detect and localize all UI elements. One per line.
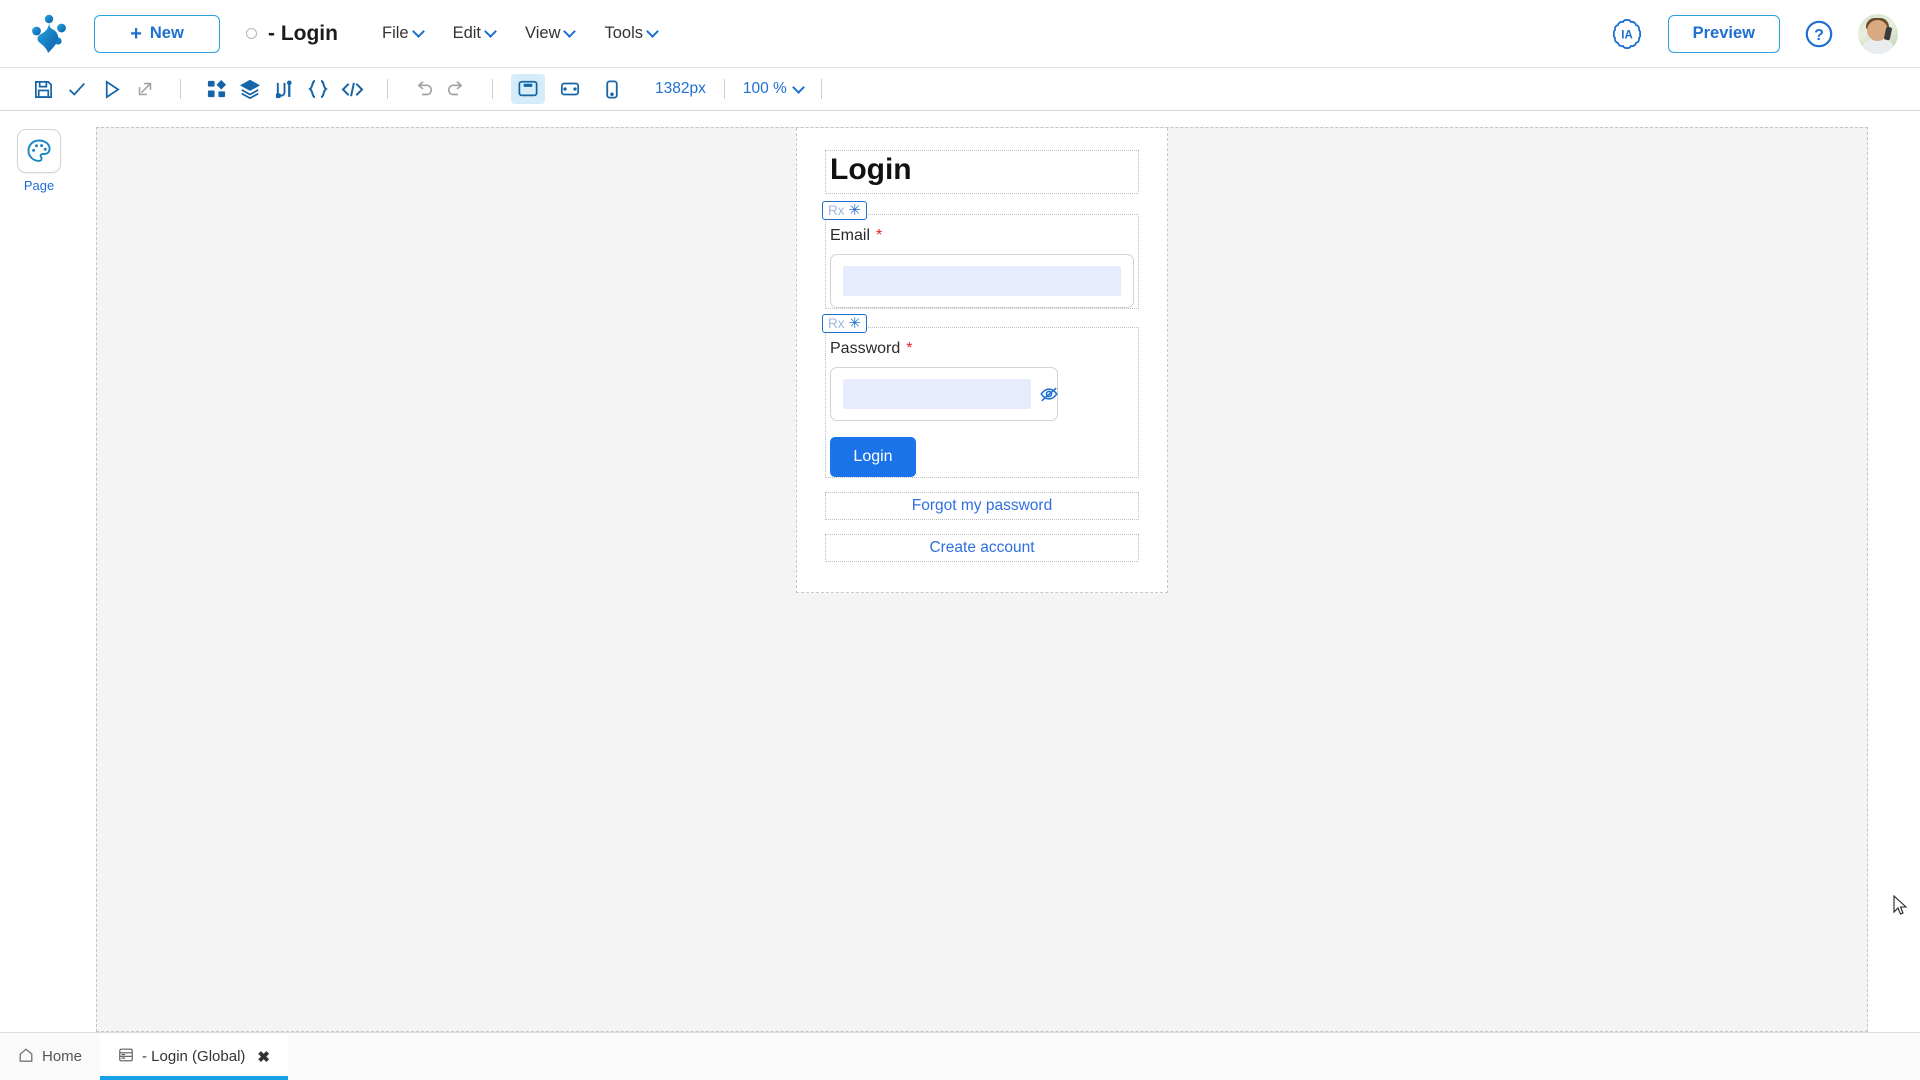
connectors-icon[interactable] (267, 74, 301, 104)
run-play-icon[interactable] (94, 74, 128, 104)
document-title-group: - Login (246, 22, 338, 46)
canvas[interactable]: Login Rx ✳ Email * Rx ✳ Password * Login… (96, 127, 1868, 1032)
canvas-width-label[interactable]: 1382px (655, 80, 706, 98)
left-rail: Page (0, 111, 78, 1032)
desktop-view-icon[interactable] (511, 74, 545, 104)
layers-icon[interactable] (233, 74, 267, 104)
undo-icon[interactable] (406, 74, 440, 104)
chevron-down-icon (648, 27, 657, 36)
validate-check-icon[interactable] (60, 74, 94, 104)
menu-view[interactable]: View (525, 24, 574, 43)
email-validation-badge[interactable]: Rx ✳ (822, 201, 868, 220)
email-field[interactable] (830, 254, 1134, 308)
chevron-down-icon (486, 27, 495, 36)
menu-tools[interactable]: Tools (604, 24, 657, 43)
bottom-tab-login[interactable]: - Login (Global) ✖ (100, 1033, 288, 1080)
avatar-body (1861, 38, 1895, 54)
svg-text:IA: IA (1621, 29, 1633, 41)
chevron-down-icon (794, 83, 803, 92)
required-marker: * (876, 227, 883, 244)
password-validation-badge[interactable]: Rx ✳ (822, 314, 868, 333)
eye-off-icon[interactable] (1039, 384, 1059, 404)
password-label-row: Password * (830, 330, 1134, 358)
braces-icon[interactable] (301, 74, 335, 104)
chevron-down-icon (414, 27, 423, 36)
menu-file[interactable]: File (382, 24, 423, 43)
mobile-view-icon[interactable] (595, 74, 629, 104)
toolbar-divider (723, 79, 725, 99)
svg-text:?: ? (1814, 27, 1824, 44)
avatar[interactable] (1858, 13, 1898, 54)
home-icon (18, 1047, 34, 1067)
sidebar-item-page[interactable]: Page (17, 129, 61, 193)
workspace: Page Login Rx ✳ Email * Rx ✳ Password * … (0, 111, 1920, 1032)
sidebar-item-page-label: Page (23, 178, 55, 193)
menu-edit-label: Edit (452, 24, 482, 42)
widgets-grid-icon[interactable] (199, 74, 233, 104)
login-card-title: Login (825, 150, 1139, 194)
save-icon[interactable] (26, 74, 60, 104)
menu-bar: File Edit View Tools (382, 24, 657, 43)
password-field-group: Rx ✳ Password * Login (822, 314, 1139, 478)
password-input[interactable] (843, 379, 1031, 409)
bottom-tab-bar: Home - Login (Global) ✖ (0, 1032, 1920, 1080)
required-marker: * (906, 340, 913, 357)
page-title: - Login (268, 21, 338, 45)
bottom-tab-home[interactable]: Home (0, 1033, 100, 1080)
ai-cloud-icon[interactable]: IA (1608, 15, 1646, 53)
forgot-password-link[interactable]: Forgot my password (825, 492, 1139, 520)
email-label-row: Email * (830, 217, 1134, 245)
chevron-down-icon (565, 27, 574, 36)
code-icon[interactable] (335, 74, 369, 104)
create-account-link[interactable]: Create account (825, 534, 1139, 562)
bottom-tab-home-label: Home (42, 1048, 83, 1065)
toolbar-divider (492, 79, 493, 99)
avatar-phone (1883, 26, 1893, 40)
frog-footprint-logo[interactable] (26, 11, 72, 57)
tablet-view-icon[interactable] (553, 74, 587, 104)
menu-view-label: View (525, 24, 561, 42)
email-input[interactable] (843, 266, 1121, 296)
page-icon (118, 1047, 134, 1067)
toolbar-divider (820, 79, 822, 99)
email-field-group: Rx ✳ Email * (822, 201, 1139, 309)
menu-edit[interactable]: Edit (453, 24, 495, 43)
menu-tools-label: Tools (604, 24, 644, 42)
rx-badge-text: Rx (828, 316, 845, 331)
toolbar-divider (387, 79, 388, 99)
asterisk-icon: ✳ (848, 315, 862, 332)
redo-icon[interactable] (440, 74, 474, 104)
plus-icon: + (130, 22, 142, 45)
menu-file-label: File (381, 24, 409, 42)
login-card: Login Rx ✳ Email * Rx ✳ Password * Login… (796, 128, 1168, 593)
email-label: Email (830, 227, 871, 244)
close-x-icon[interactable]: ✖ (257, 1048, 270, 1066)
login-submit-button[interactable]: Login (830, 437, 916, 477)
password-field[interactable] (830, 367, 1058, 421)
asterisk-icon: ✳ (848, 202, 862, 219)
bottom-tab-login-label: - Login (Global) (142, 1048, 246, 1065)
password-label: Password (830, 340, 901, 357)
palette-icon (17, 129, 61, 173)
open-external-icon[interactable] (128, 74, 162, 104)
new-button-label: New (149, 24, 184, 42)
question-circle-icon[interactable]: ? (1802, 17, 1836, 51)
unsaved-dot (246, 28, 257, 39)
preview-button[interactable]: Preview (1667, 14, 1780, 53)
zoom-level-selector[interactable]: 100 % (743, 80, 803, 98)
top-bar: + New - Login File Edit View Tools IA Pr… (0, 0, 1920, 67)
new-button[interactable]: + New (94, 14, 220, 53)
toolbar-divider (180, 79, 181, 99)
rx-badge-text: Rx (828, 203, 845, 218)
canvas-area: Login Rx ✳ Email * Rx ✳ Password * Login… (78, 111, 1920, 1032)
zoom-level-label: 100 % (742, 80, 787, 97)
toolbar: 1382px 100 % (0, 67, 1920, 111)
top-bar-actions: IA Preview ? (1608, 13, 1898, 54)
